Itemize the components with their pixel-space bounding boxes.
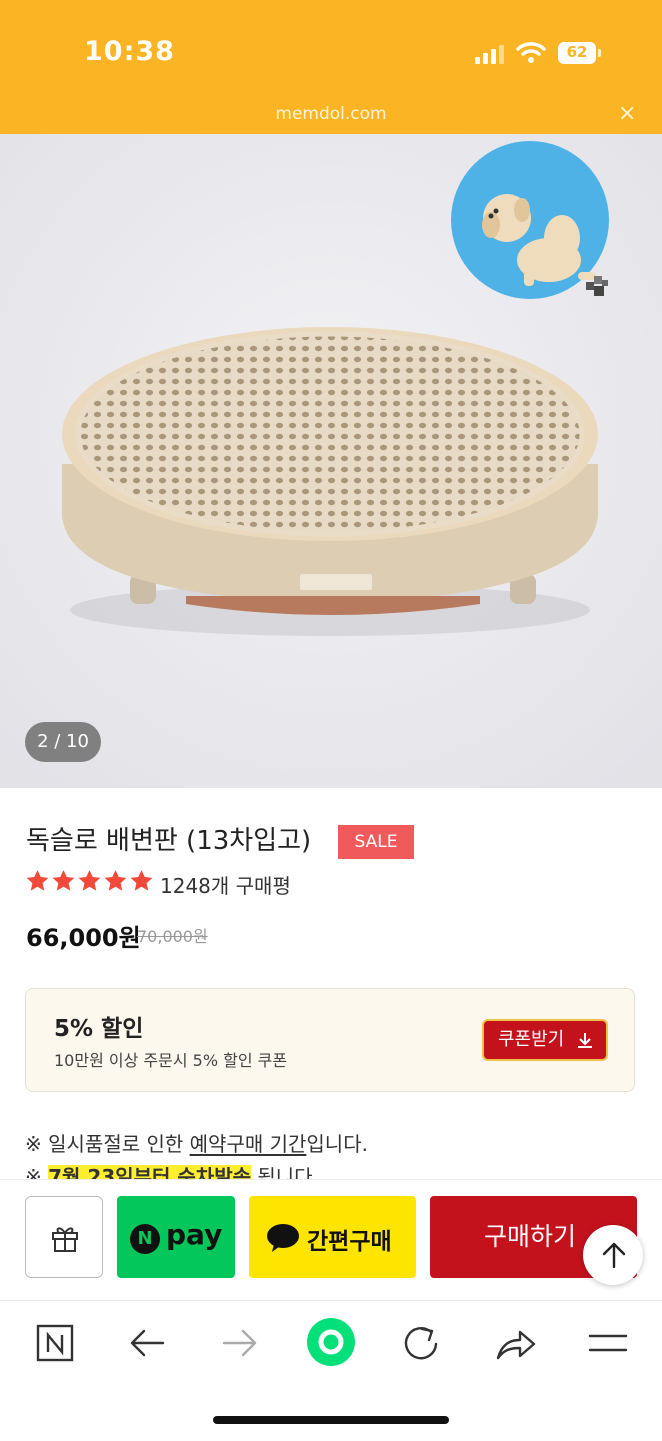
notice-2-suffix: 됩니다.: [251, 1165, 319, 1181]
scroll-to-top-button[interactable]: [583, 1225, 643, 1285]
star-icon: [78, 870, 101, 891]
product-photo: [0, 134, 662, 788]
battery-level: 62: [566, 43, 588, 61]
kakao-quick-buy-button[interactable]: 간편구매: [249, 1196, 416, 1278]
signal-icon: [475, 45, 504, 64]
naver-n-icon[interactable]: [34, 1322, 78, 1366]
coupon-download-button[interactable]: 쿠폰받기: [482, 1019, 608, 1061]
gift-icon: [52, 1227, 78, 1252]
original-price: 70,000원: [137, 927, 208, 946]
star-icon: [130, 870, 153, 891]
status-time: 10:38: [84, 36, 175, 67]
chat-bubble-icon: [267, 1224, 299, 1252]
naver-logo-icon: N: [130, 1224, 160, 1254]
gallery-counter: 2 / 10: [25, 722, 101, 762]
naver-pay-button[interactable]: N pay: [117, 1196, 235, 1278]
sale-badge: SALE: [338, 825, 414, 859]
share-icon[interactable]: [494, 1322, 538, 1366]
naver-pay-label: pay: [166, 1218, 223, 1251]
battery-nub: [598, 49, 601, 57]
notice-2-prefix: ※: [25, 1165, 49, 1181]
menu-icon[interactable]: [587, 1322, 631, 1366]
review-count[interactable]: 1248개 구매평: [160, 870, 291, 899]
url-bar[interactable]: memdol.com: [0, 104, 662, 124]
kakao-label: 간편구매: [307, 1229, 392, 1255]
battery-icon: 62: [558, 42, 602, 66]
coupon-button-label: 쿠폰받기: [498, 1029, 565, 1050]
sale-price: 66,000원: [26, 924, 141, 952]
notice-2-highlight: 7월 23일부터 순차발송: [48, 1165, 251, 1181]
star-icon: [52, 870, 75, 891]
forward-arrow-icon[interactable]: [218, 1322, 262, 1366]
arrow-up-icon: [602, 1242, 626, 1269]
home-dot-icon[interactable]: [305, 1316, 357, 1368]
coupon-description: 10만원 이상 주문시 5% 할인 쿠폰: [54, 1051, 288, 1070]
notice-1-highlight: 예약구매 기간: [189, 1132, 307, 1156]
wifi-icon: [516, 42, 546, 63]
notice-1-prefix: ※ 일시품절로 인한: [25, 1132, 190, 1156]
reload-icon[interactable]: [400, 1322, 444, 1366]
back-arrow-icon[interactable]: [127, 1322, 171, 1366]
product-title: 독슬로 배변판 (13차입고): [26, 826, 312, 856]
notice-1-suffix: 입니다.: [306, 1132, 368, 1156]
download-icon: [578, 1033, 592, 1048]
star-icon: [26, 870, 49, 891]
coupon-title: 5% 할인: [54, 1016, 144, 1042]
notice-line-1: ※ 일시품절로 인한 예약구매 기간입니다.: [25, 1128, 368, 1157]
coupon-box: 5% 할인 10만원 이상 주문시 5% 할인 쿠폰 쿠폰받기: [25, 988, 635, 1092]
gift-button[interactable]: [25, 1196, 103, 1278]
product-image-gallery[interactable]: [0, 134, 662, 788]
rating-stars: [25, 868, 154, 898]
star-icon: [104, 870, 127, 891]
notice-line-2: ※ 7월 23일부터 순차발송 됩니다.: [25, 1161, 319, 1181]
home-indicator: [213, 1416, 449, 1424]
close-icon[interactable]: ×: [618, 101, 636, 126]
